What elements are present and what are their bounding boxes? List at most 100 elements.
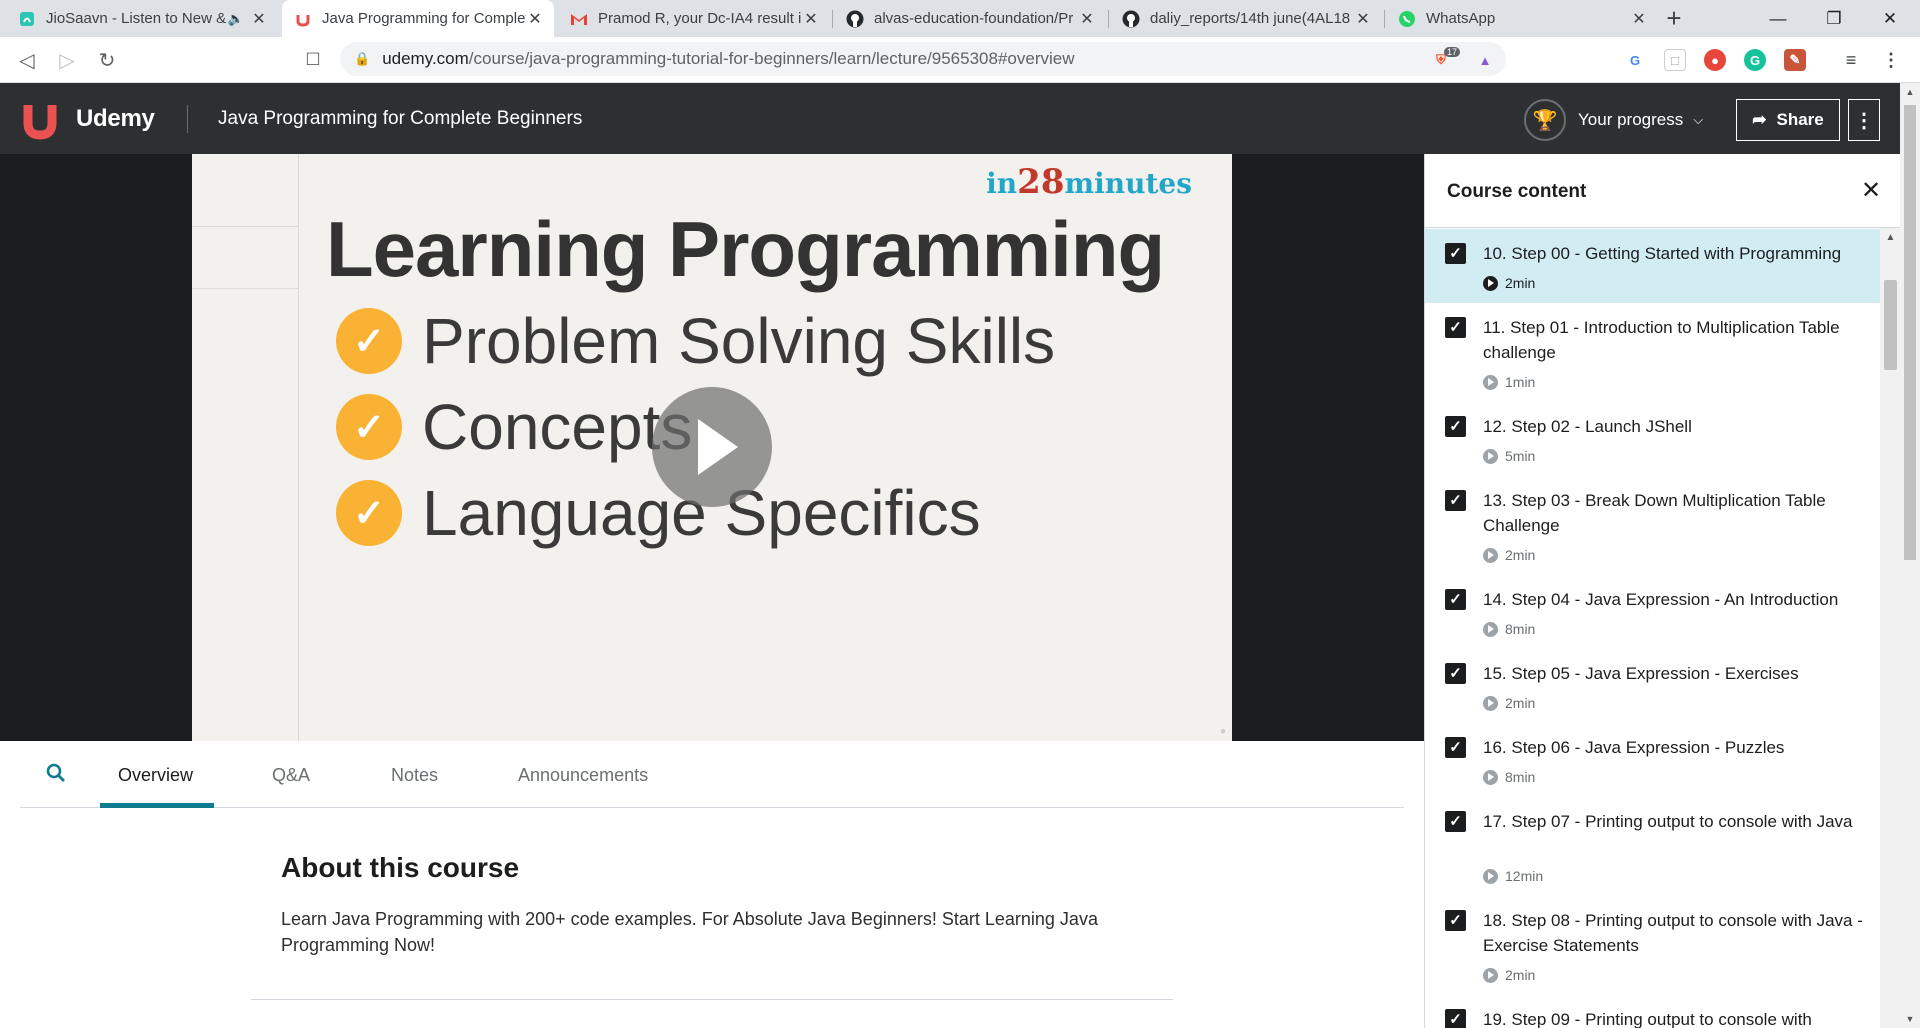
tab-qa[interactable]: Q&A	[272, 765, 310, 786]
scrollbar-thumb[interactable]	[1904, 105, 1916, 560]
checkbox-checked-icon[interactable]: ✓	[1445, 910, 1466, 931]
close-tab-icon[interactable]: ✕	[1354, 9, 1372, 29]
course-header: Udemy Java Programming for Complete Begi…	[0, 83, 1900, 154]
close-tab-icon[interactable]: ✕	[1630, 9, 1648, 29]
tab-separator	[1384, 10, 1385, 28]
tab-title: alvas-education-foundation/Pr	[874, 10, 1074, 27]
checkbox-checked-icon[interactable]: ✓	[1445, 663, 1466, 684]
play-circle-icon	[1483, 695, 1498, 711]
restore-icon[interactable]: ❐	[1806, 0, 1862, 37]
progress-label: Your progress	[1578, 110, 1684, 129]
lecture-duration: 2min	[1483, 967, 1535, 983]
page-scrollbar[interactable]: ▲ ▼	[1900, 83, 1920, 1028]
lecture-item[interactable]: ✓ 18. Step 08 - Printing output to conso…	[1425, 896, 1880, 995]
lecture-item[interactable]: ✓ 14. Step 04 - Java Expression - An Int…	[1425, 575, 1880, 649]
lecture-item[interactable]: ✓ 16. Step 06 - Java Expression - Puzzle…	[1425, 723, 1880, 797]
close-tab-icon[interactable]: ✕	[1078, 9, 1096, 29]
minimize-icon[interactable]: —	[1750, 0, 1806, 37]
lecture-item[interactable]: ✓ 19. Step 09 - Printing output to conso…	[1425, 995, 1880, 1028]
lock-icon: 🔒	[354, 51, 371, 66]
grammarly-icon[interactable]: G	[1744, 49, 1766, 71]
lecture-duration: 2min	[1483, 275, 1535, 291]
play-circle-icon	[1483, 769, 1498, 785]
menu-icon[interactable]: ⋮	[1880, 49, 1902, 71]
close-tab-icon[interactable]: ✕	[802, 9, 820, 29]
check-circle-icon: ✓	[336, 308, 402, 374]
lecture-duration: 8min	[1483, 769, 1535, 785]
scroll-up-icon[interactable]: ▲	[1880, 232, 1900, 243]
checkbox-checked-icon[interactable]: ✓	[1445, 317, 1466, 338]
lecture-item[interactable]: ✓ 10. Step 00 - Getting Started with Pro…	[1425, 229, 1880, 303]
new-tab-button[interactable]: +	[1660, 4, 1688, 32]
play-circle-icon	[1483, 547, 1498, 563]
scrollbar-thumb[interactable]	[1884, 280, 1897, 370]
slide-point: ✓ Problem Solving Skills	[336, 304, 1055, 378]
sidebar-title: Course content	[1447, 181, 1587, 202]
address-field[interactable]: 🔒 udemy.com/course/java-programming-tuto…	[340, 42, 1506, 76]
close-icon[interactable]: ✕	[1861, 176, 1881, 205]
tab-notes[interactable]: Notes	[391, 765, 438, 786]
scroll-up-icon[interactable]: ▲	[1900, 87, 1920, 97]
extension-icon[interactable]: □	[1664, 49, 1686, 71]
share-button[interactable]: ➦ Share	[1736, 99, 1840, 141]
tab-title: Java Programming for Complet	[322, 10, 526, 27]
scroll-down-icon[interactable]: ▼	[1900, 1014, 1920, 1024]
reload-icon[interactable]: ↻	[92, 45, 122, 75]
more-options-button[interactable]: ⋮	[1848, 99, 1880, 141]
tab-overview[interactable]: Overview	[118, 765, 193, 786]
chevron-down-icon: ⌵	[1693, 112, 1704, 127]
divider	[251, 999, 1173, 1000]
jiosaavn-icon	[18, 10, 36, 28]
lecture-item[interactable]: ✓ 17. Step 07 - Printing output to conso…	[1425, 797, 1880, 896]
checkbox-checked-icon[interactable]: ✓	[1445, 811, 1466, 832]
in28minutes-logo: in28minutes	[986, 162, 1192, 202]
browser-tab-gmail[interactable]: Pramod R, your Dc-IA4 result is ✕	[558, 0, 830, 37]
video-player[interactable]: in28minutes Learning Programming ✓ Probl…	[0, 154, 1424, 741]
browser-tab-github-2[interactable]: daliy_reports/14th june(4AL18 ✕	[1110, 0, 1382, 37]
progress-dropdown[interactable]: 🏆 Your progress ⌵	[1524, 99, 1703, 141]
checkbox-checked-icon[interactable]: ✓	[1445, 490, 1466, 511]
extension-badge: 17	[1444, 47, 1461, 57]
gmail-icon	[570, 10, 588, 28]
media-control-icon[interactable]: ≡	[1840, 49, 1862, 71]
browser-tab-udemy[interactable]: Java Programming for Complet ✕	[282, 0, 554, 37]
ublock-icon[interactable]: ●	[1704, 49, 1726, 71]
back-icon[interactable]: ◁	[12, 45, 42, 75]
lecture-item[interactable]: ✓ 15. Step 05 - Java Expression - Exerci…	[1425, 649, 1880, 723]
browser-tab-jiosaavn[interactable]: JioSaavn - Listen to New & 🔈 ✕	[6, 0, 278, 37]
forward-icon[interactable]: ▷	[52, 45, 82, 75]
trophy-icon: 🏆	[1524, 99, 1566, 141]
search-icon[interactable]	[46, 763, 66, 783]
close-tab-icon[interactable]: ✕	[250, 9, 268, 29]
translate-icon[interactable]: G	[1624, 49, 1646, 71]
speaker-icon[interactable]: 🔈	[228, 11, 244, 27]
play-button[interactable]	[652, 387, 772, 507]
checkbox-checked-icon[interactable]: ✓	[1445, 416, 1466, 437]
browser-tab-github-1[interactable]: alvas-education-foundation/Pr ✕	[834, 0, 1106, 37]
udemy-icon	[294, 10, 312, 28]
tab-announcements[interactable]: Announcements	[518, 765, 648, 786]
lecture-item[interactable]: ✓ 13. Step 03 - Break Down Multiplicatio…	[1425, 476, 1880, 575]
lecture-duration: 1min	[1483, 374, 1535, 390]
video-slide: in28minutes Learning Programming ✓ Probl…	[192, 154, 1232, 741]
pdf-icon[interactable]: ✎	[1784, 49, 1806, 71]
close-tab-icon[interactable]: ✕	[526, 9, 544, 29]
checkbox-checked-icon[interactable]: ✓	[1445, 1009, 1466, 1028]
close-window-icon[interactable]: ✕	[1862, 0, 1918, 37]
checkbox-checked-icon[interactable]: ✓	[1445, 737, 1466, 758]
lecture-item[interactable]: ✓ 12. Step 02 - Launch JShell 5min	[1425, 402, 1880, 476]
udemy-logo[interactable]: Udemy	[20, 97, 155, 141]
bookmark-icon[interactable]: ☐	[298, 45, 328, 75]
brave-rewards-icon[interactable]: ▲	[1474, 49, 1496, 71]
browser-tab-whatsapp[interactable]: WhatsApp ✕	[1386, 0, 1658, 37]
checkbox-checked-icon[interactable]: ✓	[1445, 243, 1466, 264]
sidebar-scrollbar[interactable]: ▲	[1880, 228, 1900, 1028]
tab-title: JioSaavn - Listen to New &	[46, 10, 227, 27]
tab-separator	[832, 10, 833, 28]
lecture-duration: 12min	[1483, 868, 1543, 884]
course-title[interactable]: Java Programming for Complete Beginners	[218, 108, 582, 130]
slide-left-panel	[192, 154, 299, 741]
check-circle-icon: ✓	[336, 480, 402, 546]
checkbox-checked-icon[interactable]: ✓	[1445, 589, 1466, 610]
lecture-item[interactable]: ✓ 11. Step 01 - Introduction to Multipli…	[1425, 303, 1880, 402]
